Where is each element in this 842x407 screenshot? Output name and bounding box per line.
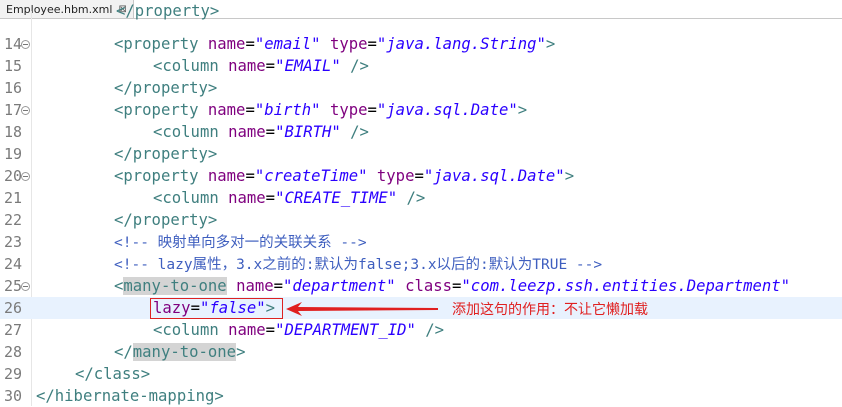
attr-name: name xyxy=(207,35,246,53)
tag-open: <column xyxy=(153,123,219,141)
code-line-17: 17 <property name="birth" type="java.sql… xyxy=(0,99,842,121)
code-line-24: 24 <!-- lazy属性，3.x之前的:默认为false;3.x以后的:默认… xyxy=(0,253,842,275)
code-line-22: 22 </property> xyxy=(0,209,842,231)
attr-value: "email" xyxy=(254,35,321,53)
line-number: 16 xyxy=(3,79,22,97)
attr-value: "com.leezp.ssh.entities.Department" xyxy=(461,277,791,295)
highlight-box xyxy=(150,298,283,319)
attr-name: name xyxy=(228,57,266,75)
tag-open: <property xyxy=(114,35,199,53)
attr-name: name xyxy=(236,277,274,295)
tag-close: > xyxy=(545,35,556,53)
attr-name: name xyxy=(228,189,266,207)
attr-value: "CREATE_TIME" xyxy=(275,189,398,207)
tag-close: /> xyxy=(425,321,445,339)
arrow-left-icon xyxy=(286,302,438,316)
line-number: 22 xyxy=(3,211,22,229)
line-number: 21 xyxy=(3,189,22,207)
line-number: 15 xyxy=(3,57,22,75)
attr-value: "DEPARTMENT_ID" xyxy=(275,321,416,339)
tag-close: /> xyxy=(406,189,426,207)
line-number: 23 xyxy=(3,233,22,251)
tag-text: </property> xyxy=(114,79,218,97)
tag-text: </property> xyxy=(116,2,220,20)
fold-toggle-icon[interactable] xyxy=(21,282,30,291)
line-number: 28 xyxy=(3,343,22,361)
annotation-note: 添加这句的作用：不让它懒加载 xyxy=(452,302,648,318)
tag-open: <property xyxy=(114,167,199,185)
tag-open: <property xyxy=(114,101,199,119)
tag-open: <column xyxy=(153,321,219,339)
code-line-19: 19 </property> xyxy=(0,143,842,165)
tag-open: <column xyxy=(153,57,219,75)
code-editor[interactable]: </property> 14 <property name="email" ty… xyxy=(0,2,842,407)
line-number: 17 xyxy=(3,101,22,119)
tag-close: > xyxy=(517,101,528,119)
tag-text: </property> xyxy=(114,145,218,163)
attr-name: name xyxy=(228,123,266,141)
line-number: 25 xyxy=(3,277,22,295)
attr-value: "BIRTH" xyxy=(275,123,341,141)
fold-toggle-icon[interactable] xyxy=(21,172,30,181)
code-line-30: 30 </hibernate-mapping> xyxy=(0,385,842,407)
tag-text: </property> xyxy=(114,211,218,229)
line-number: 27 xyxy=(3,321,22,339)
code-line-29: 29 </class> xyxy=(0,363,842,385)
tag-text: </class> xyxy=(75,365,151,383)
tag-bracket: < xyxy=(114,277,124,295)
attr-value: "createTime" xyxy=(254,167,368,185)
tag-bracket: </ xyxy=(114,343,133,361)
attr-value: "birth" xyxy=(254,101,321,119)
line-number: 14 xyxy=(3,35,22,53)
code-line-21: 21 <column name="CREATE_TIME" /> xyxy=(0,187,842,209)
matched-tag-name: many-to-one xyxy=(123,277,227,295)
tag-close: > xyxy=(236,343,246,361)
attr-type: type xyxy=(329,35,368,53)
code-line-14: 14 <property name="email" type="java.lan… xyxy=(0,33,842,55)
line-number: 18 xyxy=(3,123,22,141)
attr-name: name xyxy=(207,101,246,119)
tag-close: /> xyxy=(350,123,369,141)
comment-text: <!-- 映射单向多对一的关联关系 --> xyxy=(114,235,367,251)
code-line-28: 28 </many-to-one> xyxy=(0,341,842,363)
attr-value: "java.sql.Date" xyxy=(423,167,565,185)
attr-value: "EMAIL" xyxy=(275,57,341,75)
code-line-13: </property> xyxy=(0,0,842,22)
matched-tag-name: many-to-one xyxy=(132,343,237,361)
code-line-23: 23 <!-- 映射单向多对一的关联关系 --> xyxy=(0,231,842,253)
tag-open: <column xyxy=(153,189,219,207)
attr-type: type xyxy=(376,167,415,185)
fold-toggle-icon[interactable] xyxy=(21,40,30,49)
code-line-27: 27 <column name="DEPARTMENT_ID" /> xyxy=(0,319,842,341)
attr-class: class xyxy=(405,277,453,295)
fold-toggle-icon[interactable] xyxy=(21,106,30,115)
attr-type: type xyxy=(329,101,368,119)
code-line-15: 15 <column name="EMAIL" /> xyxy=(0,55,842,77)
tag-close: > xyxy=(564,167,575,185)
line-number: 19 xyxy=(3,145,22,163)
line-number: 29 xyxy=(3,365,22,383)
attr-value: "department" xyxy=(283,277,396,295)
attr-name: name xyxy=(207,167,246,185)
attr-value: "java.lang.String" xyxy=(376,35,546,53)
attr-value: "java.sql.Date" xyxy=(376,101,518,119)
code-line-25: 25 <many-to-one name="department" class=… xyxy=(0,275,842,297)
tag-text: </hibernate-mapping> xyxy=(36,387,224,405)
code-line-18: 18 <column name="BIRTH" /> xyxy=(0,121,842,143)
attr-name: name xyxy=(228,321,266,339)
code-line-16: 16 </property> xyxy=(0,77,842,99)
line-number: 20 xyxy=(3,167,22,185)
line-number: 24 xyxy=(3,255,22,273)
tag-close: /> xyxy=(350,57,369,75)
line-number: 30 xyxy=(3,387,22,405)
comment-text: <!-- lazy属性，3.x之前的:默认为false;3.x以后的:默认为TR… xyxy=(114,257,603,273)
code-line-20: 20 <property name="createTime" type="jav… xyxy=(0,165,842,187)
line-number: 26 xyxy=(3,299,22,317)
